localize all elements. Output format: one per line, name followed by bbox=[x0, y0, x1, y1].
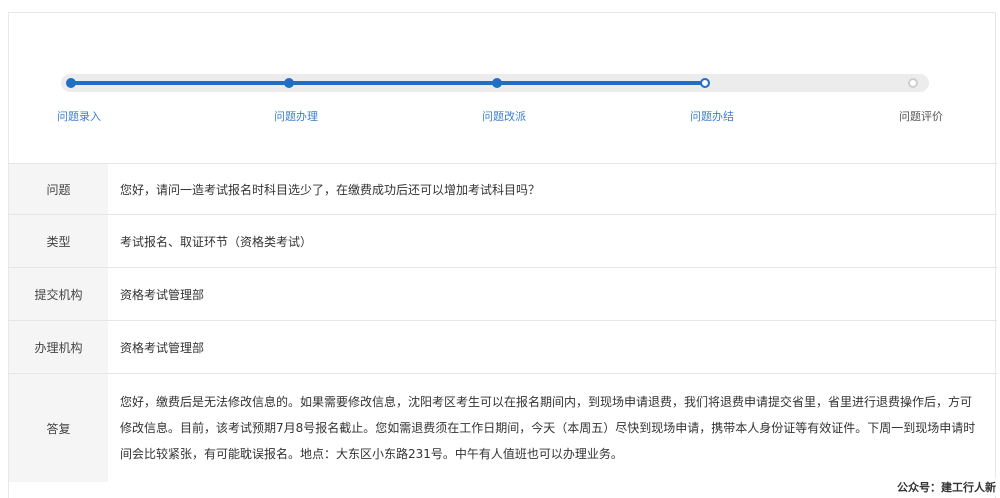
row-label-submit-org: 提交机构 bbox=[9, 267, 108, 321]
row-value-handling-org: 资格考试管理部 bbox=[108, 320, 997, 374]
table-row: 办理机构 资格考试管理部 bbox=[9, 320, 997, 374]
row-label-handling-org: 办理机构 bbox=[9, 320, 108, 374]
step-label-entry: 问题录入 bbox=[57, 110, 101, 123]
question-detail-panel: 问题录入 问题办理 问题改派 问题办结 问题评价 问题 您好，请问一造考试报名时… bbox=[8, 12, 997, 498]
stepper-progress-fill bbox=[71, 81, 705, 85]
row-value-submit-org: 资格考试管理部 bbox=[108, 267, 997, 321]
step-label-evaluation: 问题评价 bbox=[899, 110, 943, 123]
step-dot-evaluation bbox=[908, 78, 918, 88]
row-label-reply: 答复 bbox=[9, 373, 108, 482]
step-dot-processing bbox=[284, 78, 294, 88]
step-label-processing: 问题办理 bbox=[274, 110, 318, 123]
row-value-reply: 您好，缴费后是无法修改信息的。如果需要修改信息，沈阳考区考生可以在报名期间内，到… bbox=[108, 373, 997, 482]
row-value-type: 考试报名、取证环节（资格类考试） bbox=[108, 214, 997, 268]
step-dot-entry bbox=[66, 78, 76, 88]
watermark: 公众号：建工行人新 bbox=[895, 478, 998, 496]
step-dot-reassign bbox=[492, 78, 502, 88]
table-row: 提交机构 资格考试管理部 bbox=[9, 267, 997, 321]
table-row: 问题 您好，请问一造考试报名时科目选少了，在缴费成功后还可以增加考试科目吗？ bbox=[9, 163, 997, 215]
progress-stepper: 问题录入 问题办理 问题改派 问题办结 问题评价 bbox=[9, 13, 997, 163]
row-label-type: 类型 bbox=[9, 214, 108, 268]
row-value-question: 您好，请问一造考试报名时科目选少了，在缴费成功后还可以增加考试科目吗？ bbox=[108, 163, 997, 215]
table-row: 类型 考试报名、取证环节（资格类考试） bbox=[9, 214, 997, 268]
step-label-reassign: 问题改派 bbox=[482, 110, 526, 123]
step-label-closure: 问题办结 bbox=[690, 110, 734, 123]
detail-table: 问题 您好，请问一造考试报名时科目选少了，在缴费成功后还可以增加考试科目吗？ 类… bbox=[9, 163, 997, 482]
row-label-question: 问题 bbox=[9, 163, 108, 215]
table-row: 答复 您好，缴费后是无法修改信息的。如果需要修改信息，沈阳考区考生可以在报名期间… bbox=[9, 373, 997, 482]
step-dot-closure bbox=[700, 78, 710, 88]
